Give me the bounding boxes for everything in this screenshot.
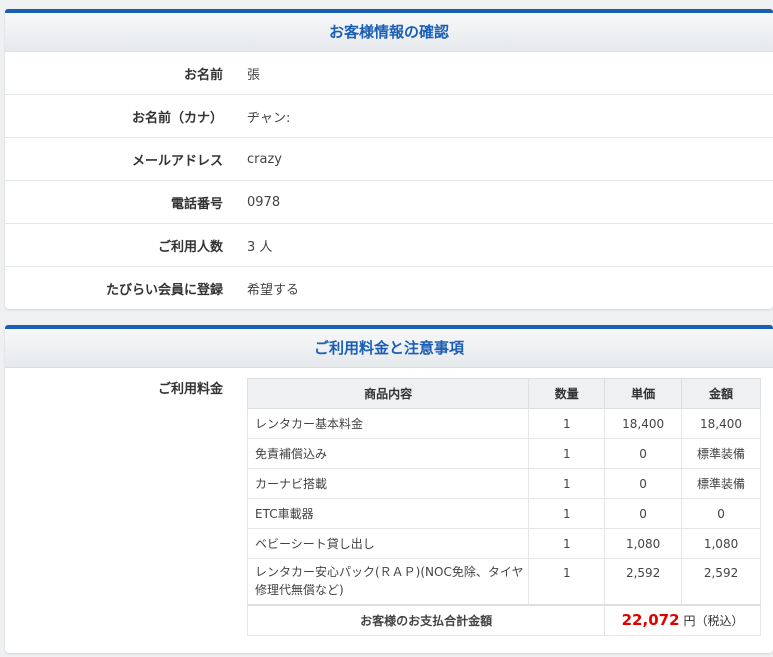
item-unit: 18,400 [604, 408, 683, 439]
table-row: 免責補償込み 1 0 標準装備 [246, 438, 761, 469]
table-row: レンタカー基本料金 1 18,400 18,400 [246, 408, 761, 439]
item-unit: 0 [604, 498, 683, 529]
row-membership: たびらい会員に登録 希望する [5, 267, 773, 310]
header-qty: 数量 [528, 378, 606, 409]
row-value: 3 人 [247, 239, 273, 255]
fees-label: ご利用料金 [157, 382, 223, 397]
row-party-size: ご利用人数 3 人 [5, 224, 773, 267]
fees-section: ご利用料金 商品内容 数量 単価 金額 レンタカー基本料金 1 18,400 1… [5, 368, 773, 657]
item-unit: 1,080 [604, 528, 683, 559]
row-value: 希望する [247, 283, 300, 298]
row-label: お名前 [183, 67, 223, 83]
item-qty: 1 [528, 438, 606, 469]
item-name: レンタカー基本料金 [246, 408, 530, 439]
customer-info-rows: お名前 張 お名前（カナ） ヂャン: メールアドレス crazy 電話番号 09… [5, 52, 773, 310]
table-row: ETC車載器 1 0 0 [246, 498, 761, 529]
item-qty: 1 [528, 468, 606, 499]
item-qty: 1 [528, 498, 606, 529]
customer-info-title: お客様情報の確認 [5, 13, 773, 52]
header-item: 商品内容 [246, 378, 530, 409]
row-label: 電話番号 [170, 196, 223, 212]
row-label: メールアドレス [131, 153, 223, 169]
total-unit: 円（税込） [683, 614, 744, 629]
total-value-cell: 22,072 円（税込） [604, 603, 761, 636]
customer-info-card: お客様情報の確認 お名前 張 お名前（カナ） ヂャン: メールアドレス craz… [5, 9, 773, 309]
item-qty: 1 [528, 528, 606, 559]
row-phone: 電話番号 0978 [5, 181, 773, 224]
fees-card: ご利用料金と注意事項 ご利用料金 商品内容 数量 単価 金額 レンタカー基本料金… [5, 325, 773, 653]
item-amount: 0 [681, 498, 761, 529]
item-amount: 標準装備 [681, 468, 761, 499]
item-unit: 2,592 [604, 558, 683, 605]
total-amount: 22,072 [621, 611, 680, 630]
row-label: お名前（カナ） [131, 110, 223, 126]
header-unit: 単価 [604, 378, 683, 409]
table-row: レンタカー安心パック(ＲＡＰ)(NOC免除、タイヤ修理代無償など) 1 2,59… [246, 558, 761, 605]
row-value: ヂャン: [247, 110, 291, 126]
item-qty: 1 [528, 408, 606, 439]
table-row: ベビーシート貸し出し 1 1,080 1,080 [246, 528, 761, 559]
table-row: カーナビ搭載 1 0 標準装備 [246, 468, 761, 499]
total-row: お客様のお支払合計金額 22,072 円（税込） [246, 603, 761, 636]
fees-title: ご利用料金と注意事項 [5, 329, 773, 368]
item-unit: 0 [604, 438, 683, 469]
row-value: crazy [247, 151, 282, 167]
item-name: ベビーシート貸し出し [246, 528, 530, 559]
item-name: カーナビ搭載 [246, 468, 530, 499]
row-label: ご利用人数 [157, 239, 223, 255]
row-value: 張 [247, 67, 261, 83]
item-amount: 18,400 [681, 408, 761, 439]
fees-table: 商品内容 数量 単価 金額 レンタカー基本料金 1 18,400 18,400 … [246, 378, 761, 636]
row-email: メールアドレス crazy [5, 138, 773, 181]
item-name: ETC車載器 [246, 498, 530, 529]
item-qty: 1 [528, 558, 606, 605]
item-amount: 2,592 [681, 558, 761, 605]
total-label: お客様のお支払合計金額 [246, 603, 606, 636]
row-label: たびらい会員に登録 [105, 283, 223, 298]
header-amount: 金額 [681, 378, 761, 409]
item-name: 免責補償込み [246, 438, 530, 469]
row-name-kana: お名前（カナ） ヂャン: [5, 95, 773, 138]
item-unit: 0 [604, 468, 683, 499]
item-name: レンタカー安心パック(ＲＡＰ)(NOC免除、タイヤ修理代無償など) [246, 558, 530, 605]
row-value: 0978 [247, 194, 281, 210]
row-name: お名前 張 [5, 52, 773, 95]
item-amount: 1,080 [681, 528, 761, 559]
fees-header-row: 商品内容 数量 単価 金額 [246, 378, 761, 409]
item-amount: 標準装備 [681, 438, 761, 469]
